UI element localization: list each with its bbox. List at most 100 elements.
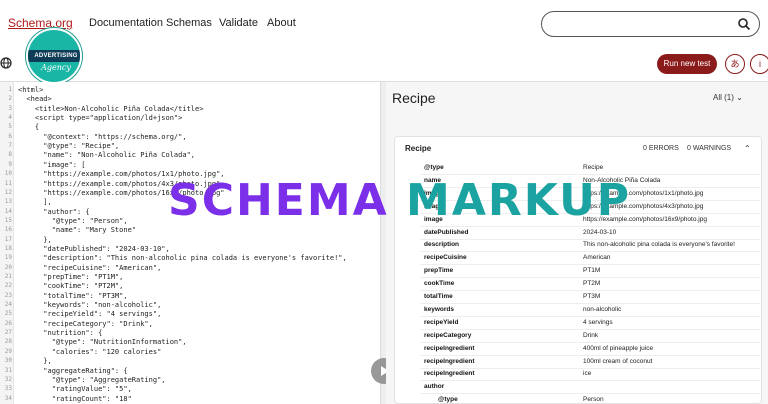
line-number: 13 bbox=[4, 198, 12, 206]
property-name: recipeCuisine bbox=[424, 254, 467, 262]
code-line[interactable]: "recipeYield": "4 servings", bbox=[18, 310, 161, 318]
nav-link-validate[interactable]: Validate bbox=[219, 17, 258, 29]
warnings-count: 0 WARNINGS bbox=[687, 145, 732, 152]
errors-count: 0 ERRORS bbox=[643, 145, 679, 152]
property-name: recipeIngredient bbox=[424, 357, 475, 365]
advertising-agency-badge: ADVERTISING Agency bbox=[26, 28, 82, 84]
card-title[interactable]: Recipe bbox=[405, 144, 431, 153]
code-line[interactable]: "prepTime": "PT1M", bbox=[18, 273, 123, 281]
row-divider bbox=[420, 264, 760, 266]
line-number: 31 bbox=[4, 366, 12, 374]
code-line[interactable]: "cookTime": "PT2M", bbox=[18, 282, 123, 290]
property-value: 2024-03-10 bbox=[583, 228, 617, 236]
property-value: 4 servings bbox=[583, 318, 613, 326]
nav-link-about[interactable]: About bbox=[267, 17, 296, 29]
line-number: 16 bbox=[4, 226, 12, 234]
run-new-test-button[interactable]: Run new test bbox=[657, 54, 717, 74]
line-number: 3 bbox=[8, 104, 12, 112]
filter-dropdown[interactable]: All (1) ⌄ bbox=[713, 93, 743, 102]
badge-script-text: Agency bbox=[41, 63, 71, 72]
row-divider bbox=[420, 380, 760, 382]
line-number: 32 bbox=[4, 375, 12, 383]
code-line[interactable]: "description": "This non-alcoholic pina … bbox=[18, 254, 346, 262]
property-value: Recipe bbox=[583, 164, 604, 171]
property-name: description bbox=[424, 241, 460, 249]
code-line[interactable]: "@type": "AggregateRating", bbox=[18, 376, 166, 384]
info-button[interactable]: i bbox=[750, 54, 768, 74]
code-line[interactable]: "@context": "https://schema.org/", bbox=[18, 133, 186, 141]
property-value: PT1M bbox=[583, 267, 601, 275]
site-logo[interactable]: Schema.org bbox=[8, 16, 73, 30]
code-line[interactable]: <script type="application/ld+json"> bbox=[18, 114, 183, 122]
line-number: 21 bbox=[4, 273, 12, 280]
code-line[interactable]: "@type": "NutritionInformation", bbox=[18, 338, 187, 346]
code-line[interactable]: <head> bbox=[18, 95, 51, 103]
line-number: 9 bbox=[8, 160, 12, 168]
code-line[interactable]: "aggregateRating": { bbox=[18, 367, 127, 375]
line-number: 11 bbox=[4, 179, 12, 187]
overlay-word-markup: MARKUP bbox=[406, 175, 632, 226]
line-number: 20 bbox=[4, 263, 12, 271]
code-line[interactable]: { bbox=[18, 123, 39, 131]
row-divider bbox=[420, 290, 760, 292]
chevron-down-icon: ⌄ bbox=[736, 93, 743, 102]
line-number: 17 bbox=[4, 235, 12, 243]
nav-link-documentation[interactable]: Documentation bbox=[89, 17, 163, 29]
chevron-up-icon[interactable]: ⌃ bbox=[744, 144, 751, 153]
search-icon[interactable] bbox=[737, 17, 751, 31]
code-editor[interactable]: 1 <html> 2 <head> 3 <title>Non-Alcoholic Pi… bbox=[0, 82, 380, 404]
property-name: recipeIngredient bbox=[424, 344, 475, 352]
results-title: Recipe bbox=[392, 90, 436, 106]
code-line[interactable]: "ratingCount": "18" bbox=[18, 395, 132, 403]
property-name: keywords bbox=[424, 305, 454, 313]
globe-icon[interactable] bbox=[0, 57, 12, 69]
row-divider bbox=[420, 277, 760, 279]
code-line[interactable]: "author": { bbox=[18, 208, 89, 216]
line-number: 23 bbox=[4, 291, 12, 299]
code-line[interactable]: "calories": "120 calories" bbox=[18, 348, 162, 356]
search-input[interactable] bbox=[541, 11, 760, 37]
code-line[interactable]: "datePublished": "2024-03-10", bbox=[18, 245, 169, 253]
code-line[interactable]: <title>Non-Alcoholic Piña Colada</title> bbox=[18, 105, 204, 113]
line-number: 34 bbox=[4, 394, 12, 402]
overlay-word-schema: SCHEMA bbox=[168, 175, 389, 226]
line-number: 5 bbox=[8, 123, 12, 131]
line-number: 6 bbox=[8, 132, 12, 140]
code-line[interactable]: "@type": "Recipe", bbox=[18, 142, 119, 150]
code-line[interactable]: "ratingValue": "5", bbox=[18, 385, 132, 393]
schema-markup-overlay: SCHEMA MARKUP bbox=[168, 175, 629, 229]
property-name: totalTime bbox=[424, 293, 453, 300]
code-line[interactable]: "image": [ bbox=[18, 161, 85, 169]
property-value: American bbox=[583, 254, 611, 262]
line-number: 24 bbox=[4, 301, 12, 309]
code-line[interactable]: "name": "Non-Alcoholic Piña Colada", bbox=[18, 151, 195, 159]
line-number: 12 bbox=[4, 188, 12, 196]
code-line[interactable]: <html> bbox=[18, 86, 43, 94]
property-value: This non-alcoholic pina colada is everyo… bbox=[583, 241, 735, 249]
line-number: 29 bbox=[4, 347, 12, 355]
line-number: 18 bbox=[4, 244, 12, 252]
code-line[interactable]: ], bbox=[18, 198, 51, 206]
property-name: datePublished bbox=[424, 228, 469, 236]
code-line[interactable]: "totalTime": "PT3M", bbox=[18, 292, 127, 300]
nav-link-schemas[interactable]: Schemas bbox=[166, 17, 212, 29]
property-value: Drink bbox=[583, 331, 599, 339]
code-line[interactable]: }, bbox=[18, 357, 51, 365]
badge-ribbon-text: ADVERTISING bbox=[28, 50, 80, 62]
property-value: 100ml cream of coconut bbox=[583, 357, 653, 365]
code-line[interactable]: "nutrition": { bbox=[18, 329, 102, 337]
code-line[interactable]: "keywords": "non-alcoholic", bbox=[18, 301, 161, 309]
line-number: 27 bbox=[4, 329, 12, 337]
language-button[interactable]: あ bbox=[725, 54, 745, 74]
row-divider bbox=[420, 238, 760, 240]
line-number: 19 bbox=[4, 254, 12, 262]
code-line[interactable]: "recipeCategory": "Drink", bbox=[18, 320, 153, 328]
row-divider bbox=[420, 251, 760, 253]
code-line[interactable]: "name": "Mary Stone" bbox=[18, 226, 136, 234]
property-value: 400ml of pineapple juice bbox=[583, 344, 654, 352]
code-line[interactable]: "@type": "Person", bbox=[18, 217, 128, 225]
code-line[interactable]: }, bbox=[18, 236, 51, 244]
line-number: 15 bbox=[4, 216, 12, 224]
property-name: recipeCategory bbox=[424, 331, 472, 339]
code-line[interactable]: "recipeCuisine": "American", bbox=[18, 264, 161, 272]
